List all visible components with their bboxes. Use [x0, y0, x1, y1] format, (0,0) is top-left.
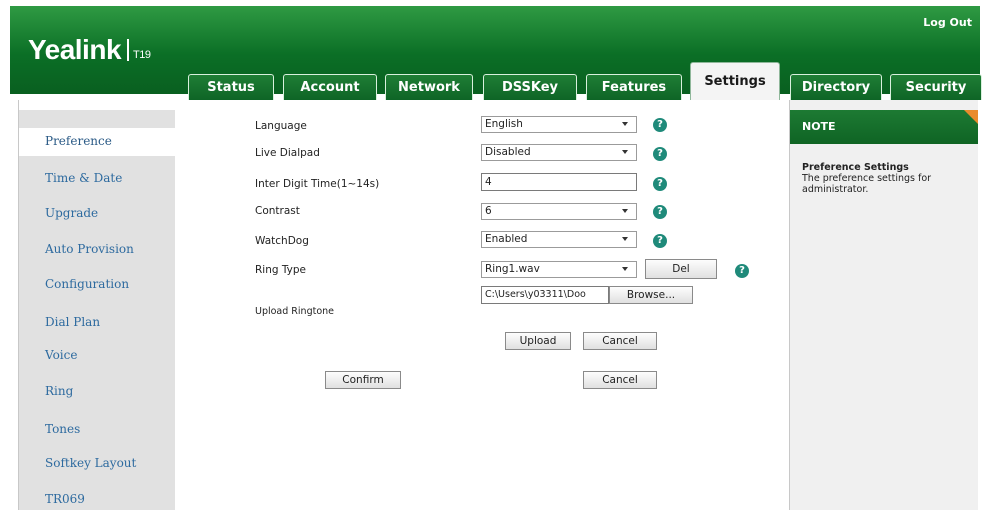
- sidebar-item-voice[interactable]: Voice: [45, 348, 77, 362]
- preference-form: Language English ? Live Dialpad Disabled…: [175, 100, 789, 510]
- sidebar-item-configuration[interactable]: Configuration: [45, 277, 129, 291]
- tab-security[interactable]: Security: [890, 74, 982, 100]
- ring-type-select[interactable]: Ring1.wav: [481, 261, 637, 278]
- tab-settings[interactable]: Settings: [690, 62, 780, 100]
- delete-ringtone-button[interactable]: Del: [645, 259, 717, 279]
- watchdog-value: Enabled: [485, 233, 528, 245]
- upload-button[interactable]: Upload: [505, 332, 571, 350]
- sidebar-item-tr069[interactable]: TR069: [45, 492, 85, 506]
- contrast-value: 6: [485, 205, 492, 217]
- chevron-down-icon: [622, 267, 628, 271]
- confirm-button[interactable]: Confirm: [325, 371, 401, 389]
- contrast-select[interactable]: 6: [481, 203, 637, 220]
- note-corner-accent: [964, 110, 978, 124]
- upload-cancel-button[interactable]: Cancel: [583, 332, 657, 350]
- help-icon[interactable]: ?: [653, 205, 667, 219]
- help-icon[interactable]: ?: [653, 177, 667, 191]
- top-header-bar: Yealink T19 Log Out Status Account Networ…: [10, 6, 982, 100]
- logout-link[interactable]: Log Out: [923, 16, 972, 29]
- contrast-label: Contrast: [255, 205, 300, 217]
- sidebar-item-time-date[interactable]: Time & Date: [45, 171, 122, 185]
- inter-digit-time-input[interactable]: 4: [481, 173, 637, 191]
- sidebar-item-tones[interactable]: Tones: [45, 422, 80, 436]
- chevron-down-icon: [622, 237, 628, 241]
- sidebar-item-ring[interactable]: Ring: [45, 384, 73, 398]
- content-frame: Preference Time & Date Upgrade Auto Prov…: [18, 100, 978, 510]
- sidebar-item-upgrade[interactable]: Upgrade: [45, 206, 98, 220]
- watchdog-select[interactable]: Enabled: [481, 231, 637, 248]
- tab-account[interactable]: Account: [283, 74, 377, 100]
- watchdog-label: WatchDog: [255, 235, 309, 247]
- model-name: T19: [133, 49, 151, 61]
- live-dialpad-select[interactable]: Disabled: [481, 144, 637, 161]
- cancel-button[interactable]: Cancel: [583, 371, 657, 389]
- tab-features[interactable]: Features: [586, 74, 682, 100]
- language-select[interactable]: English: [481, 116, 637, 133]
- brand-name: Yealink: [28, 34, 122, 65]
- sidebar-item-dial-plan[interactable]: Dial Plan: [45, 315, 100, 329]
- upload-ringtone-label: Upload Ringtone: [255, 306, 335, 317]
- sidebar-item-softkey-layout[interactable]: Softkey Layout: [45, 456, 136, 470]
- sidebar-item-preference[interactable]: Preference: [45, 134, 112, 148]
- tab-status[interactable]: Status: [188, 74, 274, 100]
- tab-network[interactable]: Network: [385, 74, 473, 100]
- note-text: The preference settings for administrato…: [802, 173, 932, 195]
- help-icon[interactable]: ?: [735, 264, 749, 278]
- live-dialpad-label: Live Dialpad: [255, 147, 320, 159]
- ring-type-label: Ring Type: [255, 264, 306, 276]
- language-value: English: [485, 118, 523, 130]
- ringtone-file-path[interactable]: C:\Users\y03311\Doo: [481, 286, 609, 304]
- settings-sidebar: Preference Time & Date Upgrade Auto Prov…: [19, 110, 179, 510]
- help-icon[interactable]: ?: [653, 234, 667, 248]
- note-title: Preference Settings: [802, 162, 909, 173]
- help-icon[interactable]: ?: [653, 147, 667, 161]
- note-panel: NOTE Preference Settings The preference …: [789, 100, 978, 510]
- brand-logo: Yealink T19: [28, 34, 151, 66]
- note-header: NOTE: [790, 110, 978, 144]
- logo-divider: [127, 39, 130, 61]
- inter-digit-time-label: Inter Digit Time(1~14s): [255, 178, 380, 190]
- tab-dsskey[interactable]: DSSKey: [483, 74, 577, 100]
- chevron-down-icon: [622, 150, 628, 154]
- browse-button[interactable]: Browse...: [609, 286, 693, 304]
- live-dialpad-value: Disabled: [485, 146, 531, 158]
- language-label: Language: [255, 120, 307, 132]
- tab-directory[interactable]: Directory: [790, 74, 882, 100]
- chevron-down-icon: [622, 122, 628, 126]
- ring-type-value: Ring1.wav: [485, 263, 540, 275]
- sidebar-item-auto-provision[interactable]: Auto Provision: [45, 242, 134, 256]
- chevron-down-icon: [622, 209, 628, 213]
- help-icon[interactable]: ?: [653, 118, 667, 132]
